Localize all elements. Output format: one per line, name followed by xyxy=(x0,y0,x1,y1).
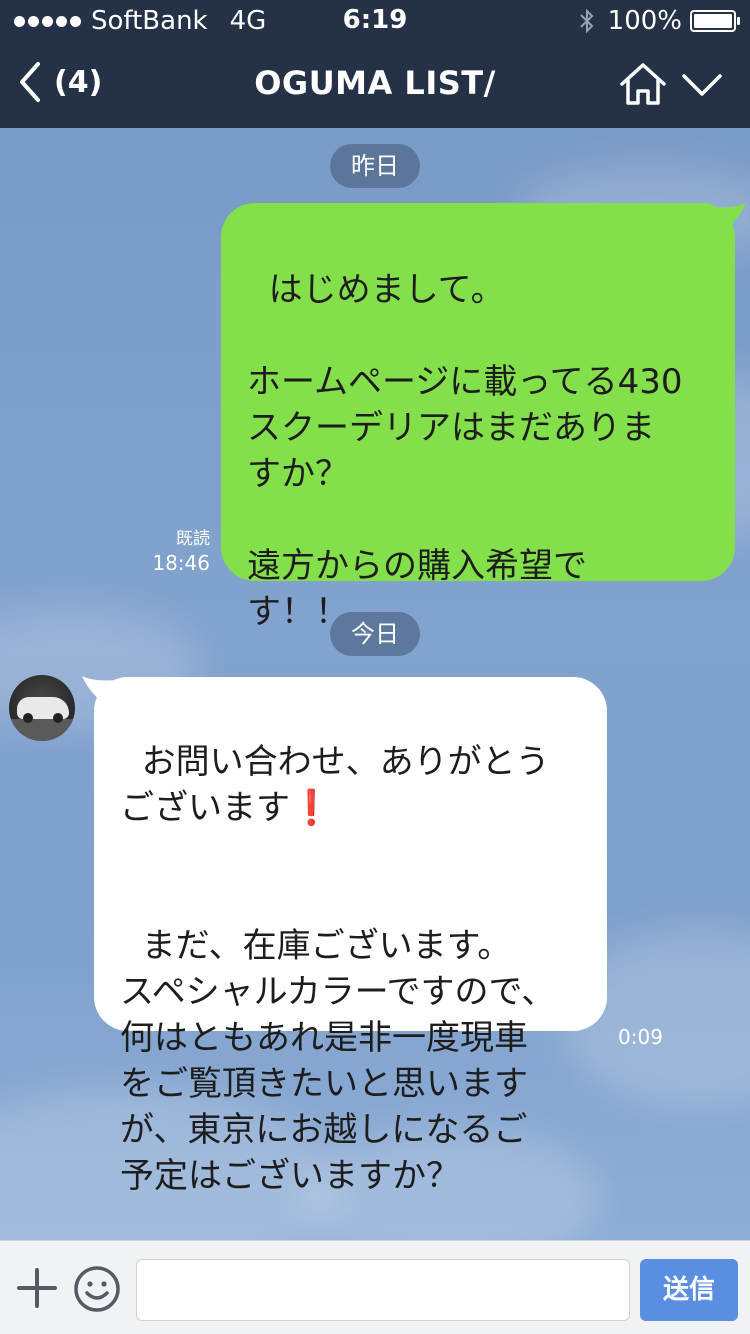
message-input-bar: 送信 xyxy=(0,1240,750,1334)
received-message-bubble[interactable]: お問い合わせ、ありがとう ございます❗ まだ、在庫ございます。 スペシャルカラー… xyxy=(94,677,607,1196)
battery-percent: 100% xyxy=(607,6,682,36)
read-receipt: 既読 xyxy=(176,529,210,549)
emoji-icon[interactable] xyxy=(73,1265,121,1313)
sent-message-time: 18:46 xyxy=(152,551,210,575)
bluetooth-icon xyxy=(579,8,594,34)
home-icon[interactable] xyxy=(618,60,668,108)
chevron-down-icon[interactable] xyxy=(680,68,724,100)
chat-header: (4) OGUMA LIST/ xyxy=(0,40,750,128)
sent-message-bubble[interactable]: はじめまして。 ホームページに載ってる430 スクーデリアはまだありま すか？ … xyxy=(221,203,735,632)
date-divider-today: 今日 xyxy=(330,612,420,656)
date-divider-yesterday: 昨日 xyxy=(330,144,420,188)
received-message-time: 0:09 xyxy=(618,1025,663,1049)
received-message-text-intro: お問い合わせ、ありがとう ございます xyxy=(120,742,550,828)
send-button[interactable]: 送信 xyxy=(640,1259,738,1321)
avatar[interactable] xyxy=(9,675,75,741)
battery-icon xyxy=(690,10,740,32)
sent-message-text: はじめまして。 ホームページに載ってる430 スクーデリアはまだありま すか？ … xyxy=(247,270,683,632)
message-input[interactable] xyxy=(136,1259,630,1321)
plus-icon[interactable] xyxy=(16,1267,58,1309)
exclamation-icon: ❗ xyxy=(290,788,333,828)
status-bar: SoftBank 4G 6:19 100% xyxy=(0,0,750,40)
sent-message-meta: 既読 18:46 xyxy=(130,528,210,576)
